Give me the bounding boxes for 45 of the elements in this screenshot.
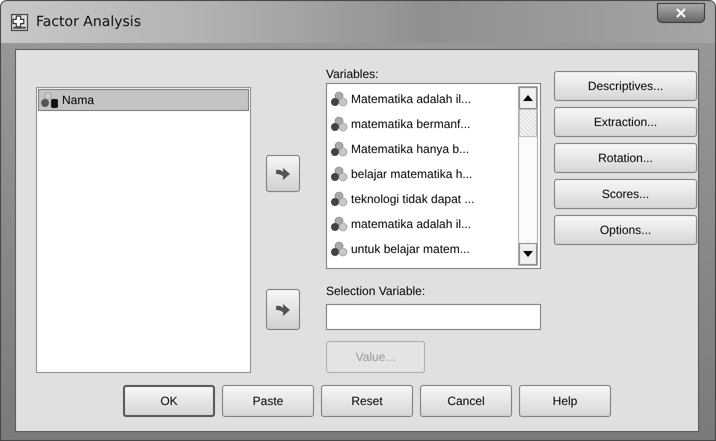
list-item[interactable]: untuk belajar matem... — [330, 236, 518, 261]
list-item[interactable]: matematika bermanf... — [330, 111, 518, 136]
scale-variable-icon — [330, 140, 348, 156]
app-icon — [11, 14, 28, 30]
scale-variable-icon — [330, 116, 348, 132]
scroll-down-button[interactable] — [519, 243, 537, 265]
dialog-button[interactable]: Scores... — [554, 179, 697, 209]
selection-variable-label: Selection Variable: — [326, 283, 426, 300]
variables-label: Variables: — [326, 66, 378, 83]
dialog-button[interactable]: Options... — [554, 215, 697, 245]
arrow-right-icon — [276, 304, 290, 316]
list-item[interactable]: matematika adalah il... — [330, 211, 518, 236]
scroll-up-button[interactable] — [519, 87, 537, 109]
list-item[interactable]: belajar matematika h... — [330, 161, 518, 186]
dialog-button[interactable]: Rotation... — [554, 143, 697, 173]
list-item[interactable]: Nama — [38, 89, 249, 111]
scroll-down-icon[interactable] — [523, 251, 533, 257]
variables-list[interactable]: Matematika adalah il... matematika bermanf... Matematika hanya b... belajar matematika h... teknologi tidak dapat ... matematika adalah il... untuk belajar matem... — [326, 83, 541, 269]
close-icon — [676, 8, 686, 18]
dialog-button[interactable]: Cancel — [420, 385, 512, 417]
dialog-button[interactable]: Help — [519, 385, 611, 417]
scale-variable-icon — [330, 190, 348, 206]
move-button[interactable] — [266, 155, 300, 192]
scale-variable-icon — [330, 90, 348, 106]
string-variable-icon — [41, 92, 59, 108]
scale-variable-icon — [330, 240, 348, 256]
list-item[interactable]: teknologi tidak dapat ... — [330, 186, 518, 211]
close-button[interactable] — [657, 3, 705, 23]
list-item[interactable]: Matematika hanya b... — [330, 136, 518, 161]
dialog-button[interactable]: Reset — [321, 385, 413, 417]
list-item[interactable]: Matematika adalah il... — [330, 86, 518, 111]
scroll-up-icon[interactable] — [523, 95, 533, 101]
source-list[interactable]: Nama — [36, 87, 251, 373]
dialog-button[interactable]: Descriptives... — [554, 71, 697, 101]
scroll-thumb[interactable] — [519, 109, 537, 137]
dialog-button[interactable]: Extraction... — [554, 107, 697, 137]
move-button[interactable] — [266, 289, 300, 330]
scale-variable-icon — [330, 216, 348, 232]
scroll-bar[interactable] — [518, 86, 538, 266]
selection-variable-field[interactable] — [326, 304, 541, 330]
window-title: Factor Analysis — [36, 14, 141, 30]
dialog-button[interactable]: OK — [123, 385, 215, 417]
dialog-button[interactable]: Paste — [222, 385, 314, 417]
scale-variable-icon — [330, 166, 348, 182]
arrow-right-icon — [276, 168, 290, 180]
